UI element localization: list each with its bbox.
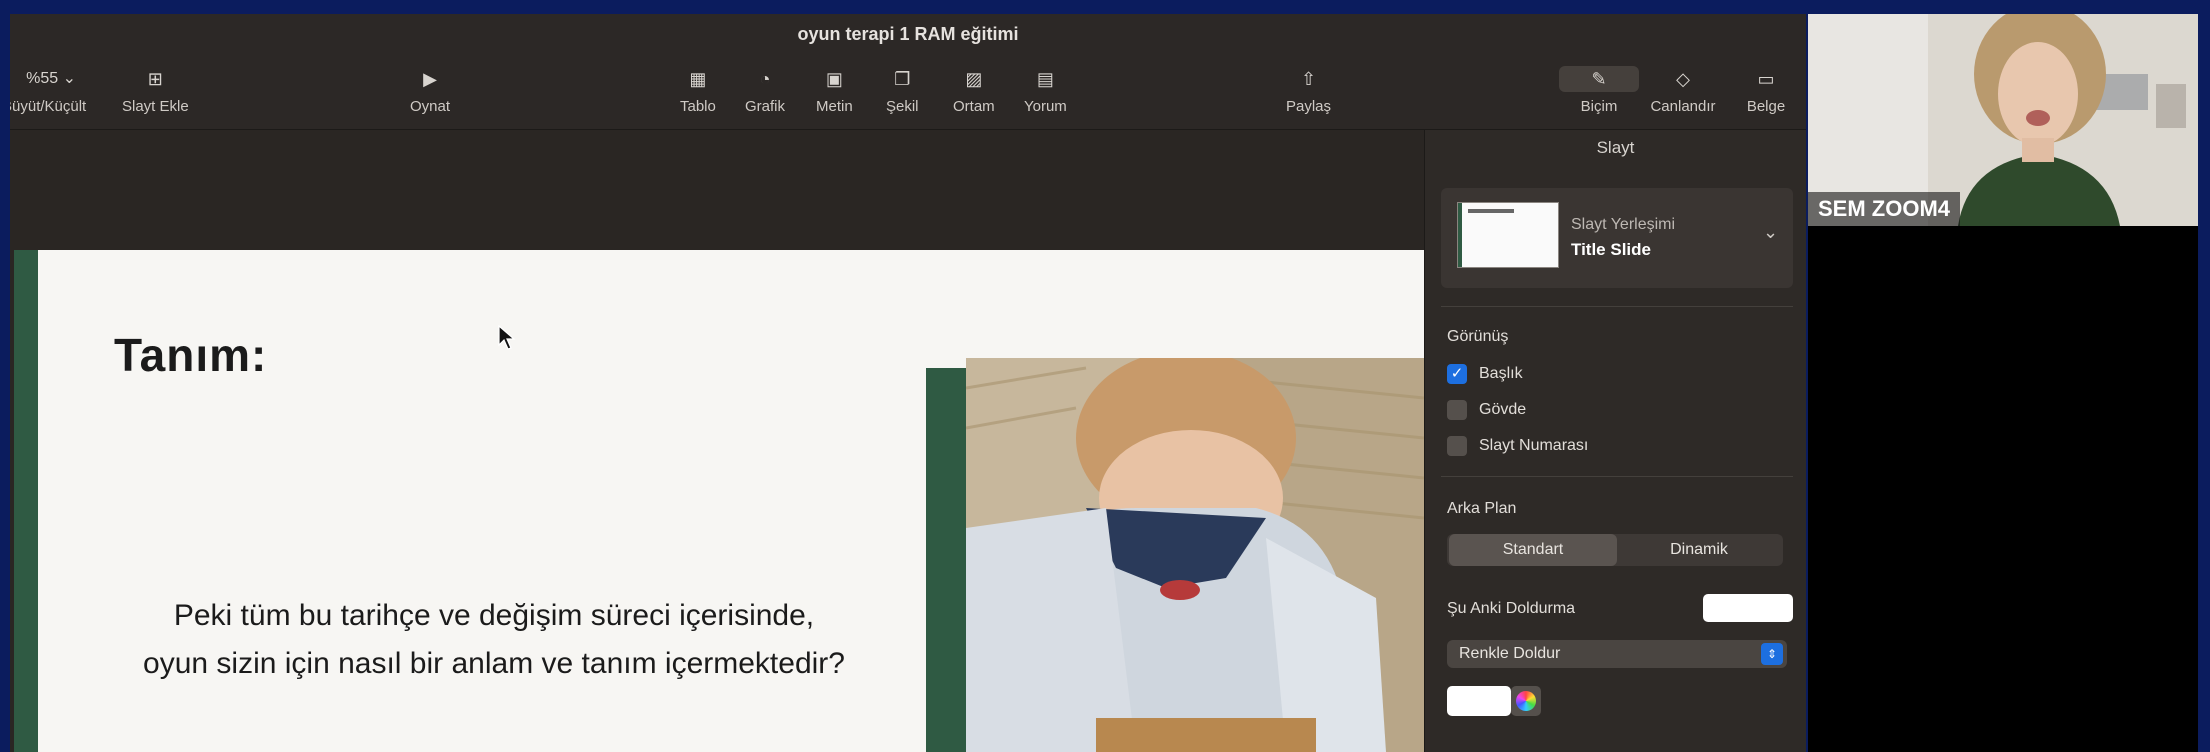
animate-button[interactable]: ◇ Canlandır [1638, 66, 1728, 115]
select-arrows-icon: ⇕ [1761, 643, 1783, 665]
current-fill-swatch[interactable] [1703, 594, 1793, 622]
appearance-heading: Görünüş [1447, 328, 1509, 345]
divider [1441, 476, 1793, 477]
keynote-window: oyun terapi 1 RAM eğitimi %55 ⌄ Büyüt/Kü… [10, 14, 1806, 752]
table-button[interactable]: ▦ Tablo [680, 66, 716, 115]
format-label: Biçim [1580, 98, 1618, 115]
chart-button[interactable]: ◔ Grafik [745, 66, 785, 115]
color-well[interactable] [1447, 686, 1511, 716]
comment-label: Yorum [1024, 98, 1067, 115]
toolbar: %55 ⌄ Büyüt/Küçült ⊞ Slayt Ekle ▶ Oynat … [10, 58, 1806, 130]
animate-label: Canlandır [1650, 98, 1716, 115]
mouse-cursor-icon [498, 324, 516, 356]
text-label: Metin [816, 98, 853, 115]
slide-canvas: Tanım: Peki tüm bu tarihçe ve değişim sü… [10, 130, 1424, 752]
table-icon: ▦ [689, 69, 707, 89]
chevron-down-icon: ⌄ [62, 70, 77, 87]
text-icon: ▣ [825, 69, 843, 89]
slide-body-line: Peki tüm bu tarihçe ve değişim süreci iç… [173, 599, 815, 632]
participant-video: SEM ZOOM4 [1808, 14, 2198, 226]
format-button[interactable]: ✎ Biçim [1558, 66, 1640, 115]
background-heading: Arka Plan [1447, 500, 1517, 517]
play-label: Oynat [410, 98, 451, 115]
title-checkbox-label: Başlık [1479, 365, 1523, 382]
media-icon: ▨ [965, 69, 983, 89]
text-button[interactable]: ▣ Metin [816, 66, 853, 115]
slide[interactable]: Tanım: Peki tüm bu tarihçe ve değişim sü… [14, 250, 1424, 752]
zoom-value: %55 [26, 70, 59, 87]
layout-name: Title Slide [1571, 240, 1651, 259]
window-title: oyun terapi 1 RAM eğitimi [797, 24, 1019, 44]
empty-gallery-area [1808, 226, 2198, 752]
play-button[interactable]: ▶ Oynat [410, 66, 450, 115]
color-picker-button[interactable] [1511, 686, 1541, 716]
slide-number-checkbox[interactable] [1447, 436, 1467, 456]
chart-label: Grafik [745, 98, 786, 115]
shape-button[interactable]: ❐ Şekil [886, 66, 919, 115]
screen-frame: oyun terapi 1 RAM eğitimi %55 ⌄ Büyüt/Kü… [0, 0, 2210, 752]
slide-number-checkbox-label: Slayt Numarası [1479, 437, 1589, 454]
standard-segment[interactable]: Standart [1449, 534, 1617, 566]
dynamic-segment[interactable]: Dinamik [1615, 534, 1783, 566]
current-fill-label: Şu Anki Doldurma [1447, 600, 1576, 617]
add-slide-label: Slayt Ekle [122, 98, 189, 115]
comment-button[interactable]: ▤ Yorum [1024, 66, 1067, 115]
shape-label: Şekil [886, 98, 919, 115]
media-button[interactable]: ▨ Ortam [953, 66, 995, 115]
document-icon: ▭ [1757, 69, 1775, 89]
chevron-down-icon: ⌄ [1763, 222, 1779, 242]
layout-thumbnail [1457, 202, 1559, 268]
slide-body[interactable]: Peki tüm bu tarihçe ve değişim süreci iç… [54, 592, 934, 688]
paintbrush-icon: ✎ [1559, 66, 1639, 92]
format-inspector: Slayt Slayt Yerleşimi Title Slide ⌄ Görü… [1424, 130, 1806, 752]
title-checkbox[interactable]: ✓ [1447, 364, 1467, 384]
add-slide-icon: ⊞ [147, 69, 163, 89]
color-wheel-icon [1516, 691, 1536, 711]
layout-caption: Slayt Yerleşimi [1571, 216, 1676, 233]
title-bar: oyun terapi 1 RAM eğitimi [10, 14, 1806, 58]
zoom-control[interactable]: %55 ⌄ Büyüt/Küçült [10, 66, 86, 115]
play-icon: ▶ [423, 69, 437, 89]
fill-type-value: Renkle Doldur [1459, 645, 1561, 662]
comment-icon: ▤ [1036, 69, 1054, 89]
background-segmented-control: Standart Dinamik [1447, 534, 1783, 566]
chart-icon: ◔ [759, 69, 771, 89]
zoom-label: Büyüt/Küçült [10, 98, 87, 115]
diamond-icon: ◇ [1676, 69, 1690, 89]
table-label: Tablo [680, 98, 716, 115]
body-checkbox[interactable] [1447, 400, 1467, 420]
slide-title[interactable]: Tanım: [114, 328, 267, 382]
slide-layout-picker[interactable]: Slayt Yerleşimi Title Slide ⌄ [1441, 188, 1793, 288]
participant-name: SEM ZOOM4 [1808, 192, 1961, 226]
document-label: Belge [1746, 98, 1786, 115]
share-icon: ⇧ [1300, 69, 1317, 89]
slide-body-line: oyun sizin için nasıl bir anlam ve tanım… [143, 647, 845, 680]
inspector-title: Slayt [1596, 138, 1635, 157]
shape-icon: ❐ [894, 69, 911, 89]
share-label: Paylaş [1286, 98, 1332, 115]
add-slide-button[interactable]: ⊞ Slayt Ekle [122, 66, 189, 115]
slide-photo[interactable] [966, 358, 1424, 752]
share-button[interactable]: ⇧ Paylaş [1286, 66, 1331, 115]
media-label: Ortam [953, 98, 995, 115]
slide-accent-bar [14, 250, 38, 752]
fill-type-select[interactable]: Renkle Doldur ⇕ [1447, 640, 1787, 668]
divider [1441, 306, 1793, 307]
body-checkbox-label: Gövde [1479, 401, 1527, 418]
document-button[interactable]: ▭ Belge [1736, 66, 1796, 115]
